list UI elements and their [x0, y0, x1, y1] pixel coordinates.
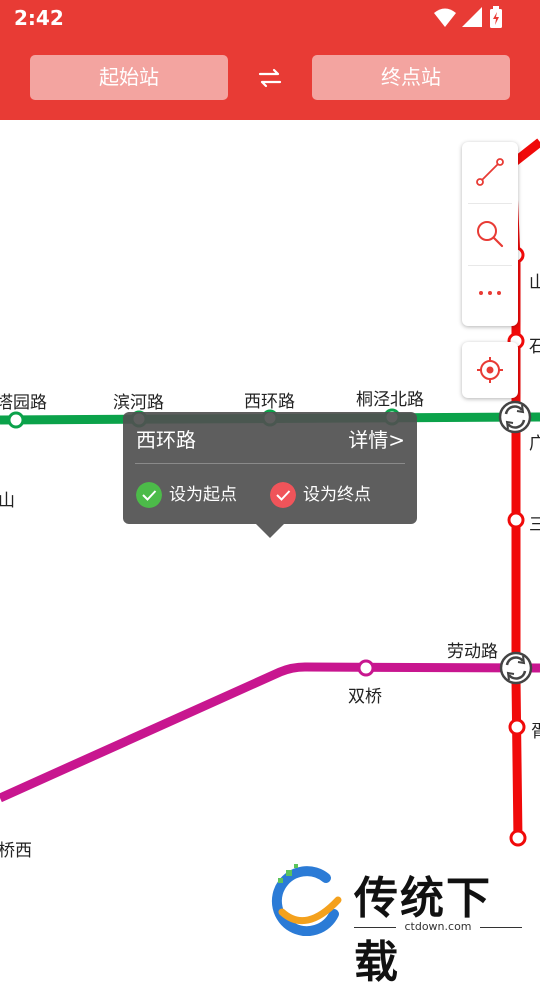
- route-header: 起始站 终点站: [0, 36, 540, 120]
- station-popup: 西环路 详情> 设为起点 设为终点: [123, 412, 417, 524]
- popup-detail-link[interactable]: 详情>: [348, 424, 405, 453]
- transfer-station-icon: [498, 400, 532, 434]
- station-label-red-4[interactable]: 三: [529, 510, 540, 535]
- watermark: 传统下载 ctdown.com: [268, 860, 528, 988]
- battery-icon: [490, 6, 502, 28]
- transfer-station-icon: [499, 651, 533, 685]
- start-station-button[interactable]: 起始站: [30, 55, 228, 100]
- more-button[interactable]: [462, 266, 518, 327]
- route-button[interactable]: [462, 142, 518, 203]
- set-start-button[interactable]: 设为起点: [136, 482, 237, 508]
- map-tool-panel: [462, 142, 518, 326]
- wifi-icon: [434, 8, 456, 27]
- popup-divider: [135, 463, 405, 464]
- search-button[interactable]: [462, 204, 518, 265]
- route-icon: [476, 158, 504, 186]
- locate-button[interactable]: [462, 342, 518, 398]
- status-bar: 2:42: [0, 0, 540, 36]
- station-label-laodong[interactable]: 劳动路: [447, 637, 498, 662]
- station-label-tayuan[interactable]: 塔园路: [0, 388, 47, 413]
- set-end-label: 设为终点: [303, 485, 371, 505]
- station-dot-shuangqiao: [357, 659, 375, 677]
- station-label-red-5[interactable]: 胥: [531, 717, 540, 742]
- check-icon: [270, 482, 296, 508]
- metro-line-magenta: [0, 662, 540, 803]
- station-dot-red-3: [507, 511, 525, 529]
- watermark-rule: [480, 927, 522, 928]
- station-dot-red-4: [508, 718, 526, 736]
- status-time: 2:42: [14, 6, 64, 30]
- more-icon: [479, 291, 501, 295]
- station-label-tongjing[interactable]: 桐泾北路: [356, 385, 424, 410]
- station-label-shuangqiao[interactable]: 双桥: [348, 682, 382, 707]
- popup-arrow: [256, 524, 284, 538]
- watermark-logo-icon: [271, 864, 342, 936]
- set-start-label: 设为起点: [169, 485, 237, 505]
- locate-icon: [477, 357, 503, 383]
- status-icons: [434, 6, 502, 28]
- signal-icon: [462, 7, 482, 27]
- metro-map[interactable]: 塔园路 滨河路 西环路 桐泾北路 山 劳动路 双桥 桥西 山 石 广 三 胥: [0, 120, 540, 960]
- station-label-red-2[interactable]: 石: [529, 332, 540, 357]
- station-label-red-1[interactable]: 山: [529, 268, 540, 293]
- popup-station-name: 西环路: [136, 428, 196, 452]
- station-label-qiaoxi[interactable]: 桥西: [0, 836, 32, 861]
- search-icon: [477, 221, 504, 248]
- station-dot-red-5: [509, 829, 527, 847]
- station-label-xihuan[interactable]: 西环路: [244, 387, 295, 412]
- station-label-red-3[interactable]: 广: [529, 429, 540, 454]
- metro-map-canvas: [0, 138, 540, 847]
- swap-icon[interactable]: [256, 64, 284, 92]
- check-icon: [136, 482, 162, 508]
- set-end-button[interactable]: 设为终点: [270, 482, 371, 508]
- station-label-binhe[interactable]: 滨河路: [113, 388, 164, 413]
- end-station-button[interactable]: 终点站: [312, 55, 510, 100]
- station-label-shan[interactable]: 山: [0, 486, 15, 511]
- station-dot-tayuan: [7, 411, 25, 429]
